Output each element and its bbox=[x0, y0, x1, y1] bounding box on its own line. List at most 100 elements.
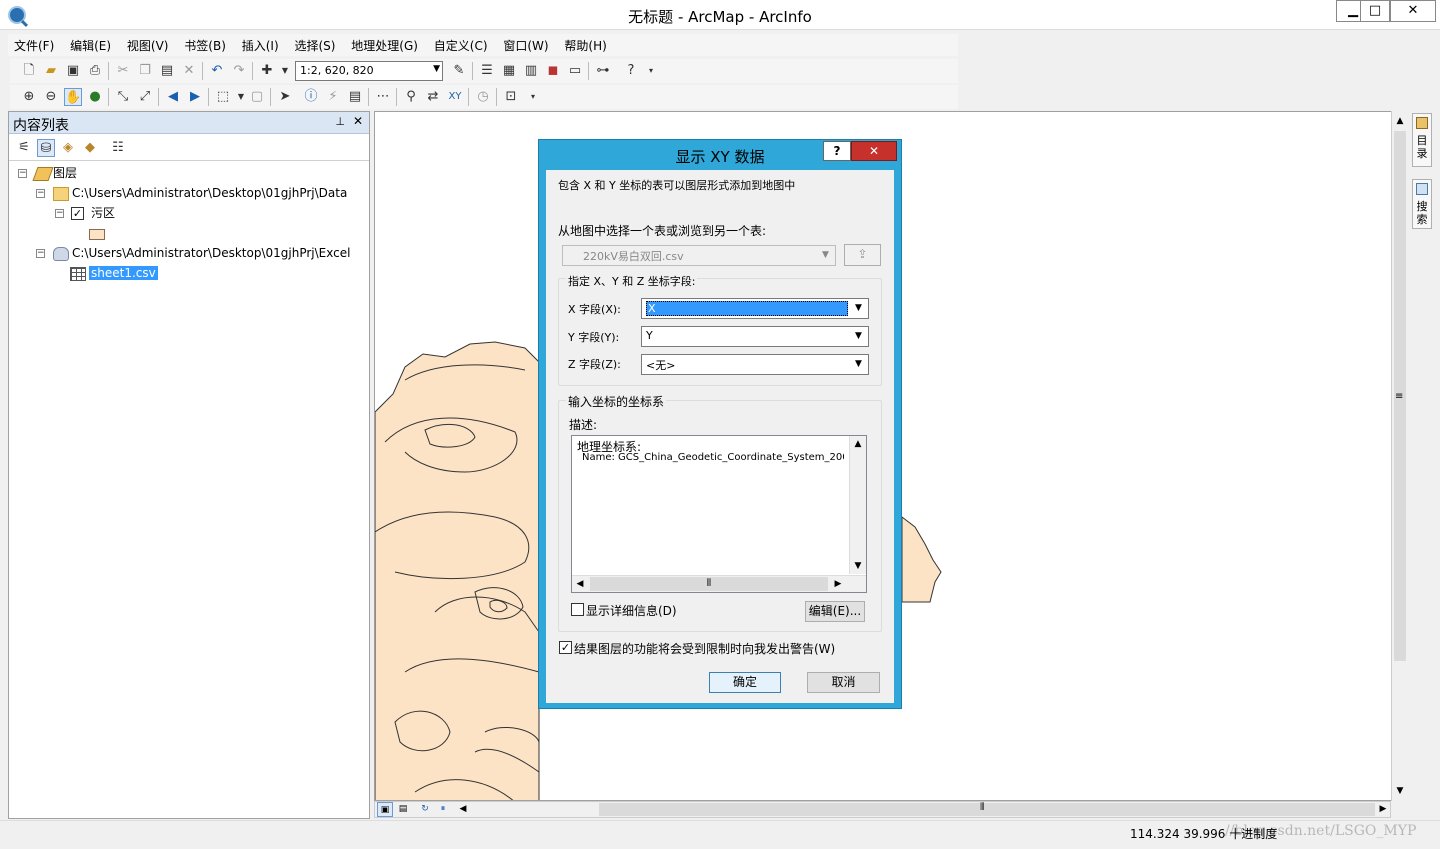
redo-icon[interactable]: ↷ bbox=[230, 62, 248, 80]
pan-hand-icon[interactable]: ✋ bbox=[64, 88, 82, 106]
cut-icon[interactable]: ✂ bbox=[114, 62, 132, 80]
zoom-out-icon[interactable]: ⊖ bbox=[42, 88, 60, 106]
copy-icon[interactable]: ❐ bbox=[136, 62, 154, 80]
toc-options-icon[interactable]: ☷ bbox=[109, 139, 127, 157]
menu-windows[interactable]: 窗口(W) bbox=[497, 34, 554, 57]
map-vertical-scrollbar[interactable]: ▲ ≡ ▼ bbox=[1391, 111, 1408, 801]
scroll-right-icon[interactable]: ▶ bbox=[830, 576, 846, 592]
horizontal-scroll-thumb[interactable] bbox=[599, 803, 1375, 816]
forward-extent-icon[interactable]: ▶ bbox=[186, 88, 204, 106]
refresh-icon[interactable]: ↻ bbox=[417, 802, 433, 817]
y-field-select[interactable]: Y ▼ bbox=[641, 326, 869, 347]
list-by-visibility-icon[interactable]: ◈ bbox=[59, 139, 77, 157]
edit-coordinate-system-button[interactable]: 编辑(E)... bbox=[805, 601, 865, 622]
menu-selection[interactable]: 选择(S) bbox=[288, 34, 341, 57]
collapse-layer1-icon[interactable]: − bbox=[55, 209, 64, 218]
python-window-icon[interactable]: ▭ bbox=[566, 62, 584, 80]
table-select[interactable]: 220kV易白双回.csv ▼ bbox=[562, 245, 836, 266]
menu-help[interactable]: 帮助(H) bbox=[558, 34, 612, 57]
menu-view[interactable]: 视图(V) bbox=[121, 34, 175, 57]
ok-button[interactable]: 确定 bbox=[709, 672, 781, 693]
table-of-contents-icon[interactable]: ☰ bbox=[478, 62, 496, 80]
time-slider-icon[interactable]: ◷ bbox=[474, 88, 492, 106]
fixed-zoom-out-icon[interactable]: ⤢ bbox=[136, 88, 154, 106]
new-document-icon[interactable]: 🗋 bbox=[20, 62, 38, 80]
full-extent-globe-icon[interactable]: ● bbox=[86, 88, 104, 106]
toolbar-options-icon-2[interactable]: ▾ bbox=[524, 88, 542, 106]
collapse-root-icon[interactable]: − bbox=[18, 169, 27, 178]
clear-selection-icon[interactable]: ▢ bbox=[248, 88, 266, 106]
menu-edit[interactable]: 编辑(E) bbox=[64, 34, 117, 57]
collapse-folder1-icon[interactable]: − bbox=[36, 189, 45, 198]
dialog-help-button[interactable]: ? bbox=[823, 141, 851, 161]
z-field-select[interactable]: <无> ▼ bbox=[641, 354, 869, 375]
data-view-icon[interactable]: ▣ bbox=[377, 802, 393, 817]
toc-folder-excel[interactable]: C:\Users\Administrator\Desktop\01gjhPrj\… bbox=[72, 244, 350, 262]
pause-drawing-icon[interactable]: ⏸ bbox=[435, 802, 451, 817]
identify-icon[interactable]: ⓘ bbox=[302, 88, 320, 106]
toc-root-layers[interactable]: 图层 bbox=[53, 164, 77, 182]
browse-folder-button[interactable]: ⇪ bbox=[844, 244, 881, 266]
scroll-left-icon[interactable]: ◀ bbox=[455, 802, 471, 817]
zoom-in-icon[interactable]: ⊕ bbox=[20, 88, 38, 106]
whats-this-help-icon[interactable]: ? bbox=[622, 62, 640, 80]
layer-visibility-checkbox[interactable]: ✓ bbox=[71, 207, 84, 220]
coordinate-system-description[interactable]: 地理坐标系: Name: GCS_China_Geodetic_Coordina… bbox=[571, 435, 867, 593]
dialog-title-bar[interactable]: 显示 XY 数据 ? ✕ bbox=[539, 140, 901, 170]
arctoolbox-icon[interactable]: ◼ bbox=[544, 62, 562, 80]
menu-file[interactable]: 文件(F) bbox=[8, 34, 60, 57]
editor-toolbar-icon[interactable]: ✎ bbox=[450, 62, 468, 80]
select-elements-arrow-icon[interactable]: ➤ bbox=[276, 88, 294, 106]
toc-close-icon[interactable]: ✕ bbox=[353, 114, 363, 128]
paste-icon[interactable]: ▤ bbox=[158, 62, 176, 80]
scroll-right-icon[interactable]: ▶ bbox=[1375, 802, 1391, 817]
undo-icon[interactable]: ↶ bbox=[208, 62, 226, 80]
list-by-selection-icon[interactable]: ◆ bbox=[81, 139, 99, 157]
map-scale-combo[interactable]: 1:2, 620, 820 ▼ bbox=[295, 61, 443, 81]
list-by-source-icon[interactable]: ⛁ bbox=[37, 139, 55, 157]
toc-table-sheet1[interactable]: sheet1.csv bbox=[89, 264, 158, 282]
close-window-button[interactable]: ✕ bbox=[1390, 0, 1436, 22]
scroll-left-icon[interactable]: ◀ bbox=[572, 576, 588, 592]
select-features-icon[interactable]: ⬚ bbox=[214, 88, 232, 106]
scroll-up-icon[interactable]: ▲ bbox=[850, 436, 866, 452]
collapse-folder2-icon[interactable]: − bbox=[36, 249, 45, 258]
html-popup-icon[interactable]: ▤ bbox=[346, 88, 364, 106]
dialog-close-button[interactable]: ✕ bbox=[851, 141, 897, 161]
toc-folder-data[interactable]: C:\Users\Administrator\Desktop\01gjhPrj\… bbox=[72, 184, 347, 202]
back-extent-icon[interactable]: ◀ bbox=[164, 88, 182, 106]
find-binoculars-icon[interactable]: ⚲ bbox=[402, 88, 420, 106]
menu-bookmarks[interactable]: 书签(B) bbox=[178, 34, 232, 57]
search-window-icon[interactable]: ▥ bbox=[522, 62, 540, 80]
save-icon[interactable]: ▣ bbox=[64, 62, 82, 80]
layer-symbol-swatch[interactable] bbox=[89, 229, 105, 240]
layout-view-icon[interactable]: ▤ bbox=[395, 802, 411, 817]
open-icon[interactable]: ▰ bbox=[42, 62, 60, 80]
delete-icon[interactable]: ✕ bbox=[180, 62, 198, 80]
scroll-down-icon[interactable]: ▼ bbox=[1392, 783, 1408, 799]
create-viewer-window-icon[interactable]: ⊡ bbox=[502, 88, 520, 106]
menu-customize[interactable]: 自定义(C) bbox=[428, 34, 494, 57]
x-field-select[interactable]: X ▼ bbox=[641, 298, 869, 319]
pin-icon[interactable]: ⊥ bbox=[335, 115, 345, 128]
fixed-zoom-in-icon[interactable]: ⤡ bbox=[114, 88, 132, 106]
show-details-checkbox[interactable] bbox=[571, 603, 584, 616]
description-vertical-scrollbar[interactable]: ▲ ▼ bbox=[849, 436, 866, 574]
catalog-dock-tab[interactable]: 目录 bbox=[1412, 113, 1432, 167]
model-builder-icon[interactable]: ⊶ bbox=[594, 62, 612, 80]
search-dock-tab[interactable]: 搜索 bbox=[1412, 179, 1432, 229]
add-data-dropdown-icon[interactable]: ▼ bbox=[276, 62, 294, 80]
warn-limitations-checkbox[interactable]: ✓ bbox=[559, 641, 572, 654]
add-data-icon[interactable]: ✚ bbox=[258, 62, 276, 80]
maximize-button[interactable]: □ bbox=[1360, 0, 1390, 22]
toolbar-options-icon[interactable]: ▾ bbox=[642, 62, 660, 80]
scroll-up-icon[interactable]: ▲ bbox=[1392, 113, 1408, 129]
scroll-down-icon[interactable]: ▼ bbox=[850, 558, 866, 574]
measure-icon[interactable]: ⋯ bbox=[374, 88, 392, 106]
description-horizontal-scrollbar[interactable]: ◀ ⦀ ▶ bbox=[572, 575, 866, 592]
print-icon[interactable]: ⎙ bbox=[86, 62, 104, 80]
list-by-drawing-order-icon[interactable]: ⚟ bbox=[15, 139, 33, 157]
find-route-icon[interactable]: ⇄ bbox=[424, 88, 442, 106]
hyperlink-icon[interactable]: ⚡ bbox=[324, 88, 342, 106]
go-to-xy-icon[interactable]: XY bbox=[446, 88, 464, 106]
